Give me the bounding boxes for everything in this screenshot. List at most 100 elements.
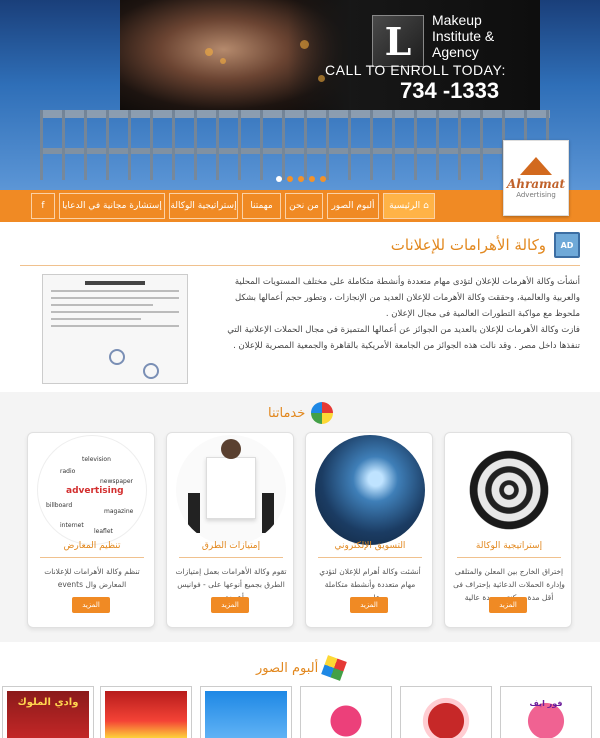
about-header: وكالة الأهرامات للإعلانات AD — [391, 232, 580, 258]
site-logo[interactable]: Ahramat Advertising — [503, 140, 569, 216]
billboard-brand: Makeup Institute & Agency — [432, 12, 494, 60]
media-word: leaflet — [94, 528, 113, 535]
nav-consult[interactable]: إستشارة مجانية في الدعايا — [59, 193, 165, 219]
facebook-button[interactable]: f — [31, 193, 55, 219]
divider — [179, 557, 283, 558]
gallery-thumb[interactable]: وادي الملوك — [2, 686, 94, 738]
more-button[interactable]: المزيد — [350, 597, 388, 613]
road-rights-image — [176, 435, 286, 545]
thumb-image — [105, 691, 187, 738]
nav-album[interactable]: ألبوم الصور — [327, 193, 379, 219]
media-word: billboard — [46, 502, 73, 509]
service-card: التسويق الإلكتروني أنشئت وكالة أهرام للإ… — [305, 432, 433, 628]
slider-dot[interactable] — [287, 176, 293, 182]
card-title: التسويق الإلكتروني — [334, 541, 406, 551]
billboard-logo: L — [372, 15, 424, 67]
gallery-thumb[interactable]: فور ايف — [500, 686, 592, 738]
slider-dot[interactable] — [309, 176, 315, 182]
more-button[interactable]: المزيد — [72, 597, 110, 613]
nav-about[interactable]: من نحن — [285, 193, 323, 219]
slider-dot[interactable] — [320, 176, 326, 182]
service-card: إمتيازات الطرق تقوم وكالة الأهرامات بعمل… — [166, 432, 294, 628]
cert-line — [51, 311, 179, 313]
brand-line: Makeup — [432, 12, 482, 28]
thumb-image — [405, 691, 487, 738]
nav-consult-label: إستشارة مجانية في الدعايا — [62, 201, 162, 211]
service-card: television radio newspaper advertising b… — [27, 432, 155, 628]
media-words-image: television radio newspaper advertising b… — [37, 435, 147, 545]
gallery-thumb[interactable] — [400, 686, 492, 738]
media-word: internet — [60, 522, 84, 529]
bokeh-light — [220, 58, 226, 64]
bokeh-light — [205, 48, 213, 56]
divider — [457, 557, 561, 558]
card-title: تنظيم المعارض — [63, 541, 121, 551]
cert-line — [51, 325, 179, 327]
divider — [318, 557, 422, 558]
services-title: خدماتنا — [268, 405, 306, 421]
card-title: إمتيازات الطرق — [201, 541, 261, 551]
nav-mission[interactable]: مهمتنا — [242, 193, 281, 219]
thumb-image: فور ايف — [505, 691, 587, 738]
billboard-phone: 734 -1333 — [400, 78, 500, 103]
dartboard-image — [454, 435, 564, 545]
card-title: إستراتيجية الوكالة — [475, 541, 543, 551]
slider-dots — [276, 176, 326, 182]
media-word: newspaper — [100, 478, 133, 485]
gallery-header: ألبوم الصور — [256, 655, 348, 681]
cert-line — [51, 304, 154, 306]
billboard-call-text: CALL TO ENROLL TODAY: — [325, 62, 506, 78]
blank-sign — [206, 457, 256, 519]
media-word: magazine — [104, 508, 134, 515]
home-icon: ⌂ — [423, 201, 429, 211]
thumb-image: وادي الملوك — [7, 691, 89, 738]
media-word: television — [82, 456, 111, 463]
nav-mission-label: مهمتنا — [250, 201, 273, 211]
cert-heading — [85, 281, 145, 285]
media-word: radio — [60, 468, 76, 475]
thumb-image — [205, 691, 287, 738]
bokeh-light — [300, 40, 309, 49]
nav-strategy[interactable]: إستراتيجية الوكالة — [169, 193, 238, 219]
media-word: advertising — [66, 486, 124, 496]
seal-icon — [143, 363, 159, 379]
gallery-title: ألبوم الصور — [256, 660, 319, 676]
thumb-image — [305, 691, 387, 738]
nav-about-label: من نحن — [289, 201, 319, 211]
slider-dot[interactable] — [276, 176, 282, 182]
gallery-thumb[interactable] — [200, 686, 292, 738]
pyramid-icon — [520, 157, 552, 175]
cert-line — [51, 318, 141, 320]
gallery-thumb[interactable] — [300, 686, 392, 738]
nav-home-label: الرئيسية — [389, 201, 421, 211]
nav-album-label: ألبوم الصور — [331, 201, 375, 211]
certificate-image[interactable] — [42, 274, 188, 384]
brand-line: Institute & — [432, 28, 495, 44]
palette-icon — [311, 402, 334, 424]
brand-line: Agency — [432, 44, 479, 60]
bokeh-light — [318, 75, 325, 82]
person-head — [221, 439, 241, 459]
services-header: خدماتنا — [268, 402, 334, 424]
slider-dot[interactable] — [298, 176, 304, 182]
marketing-image — [315, 435, 425, 545]
ad-board-icon: AD — [554, 232, 580, 258]
card-text: تنظم وكالة الأهرامات للإعلانات المعارض و… — [44, 567, 140, 589]
pinwheel-icon — [321, 655, 348, 681]
divider — [40, 557, 144, 558]
service-card: إستراتيجية الوكالة إختراق الخارج بين الم… — [444, 432, 572, 628]
divider — [20, 265, 580, 266]
more-button[interactable]: المزيد — [489, 597, 527, 613]
gallery-thumb[interactable] — [100, 686, 192, 738]
person-right — [262, 493, 274, 533]
billboard-structure — [40, 110, 550, 180]
nav-home[interactable]: الرئيسية ⌂ — [383, 193, 435, 219]
nav-strategy-label: إستراتيجية الوكالة — [170, 201, 237, 211]
about-paragraph: أنشأت وكالة الأهرمات للإعلان لتؤدى مهام … — [234, 277, 580, 319]
cert-line — [51, 290, 179, 292]
facebook-icon: f — [41, 201, 45, 211]
seal-icon — [109, 349, 125, 365]
cert-line — [51, 297, 179, 299]
more-button[interactable]: المزيد — [211, 597, 249, 613]
person-left — [188, 493, 200, 533]
